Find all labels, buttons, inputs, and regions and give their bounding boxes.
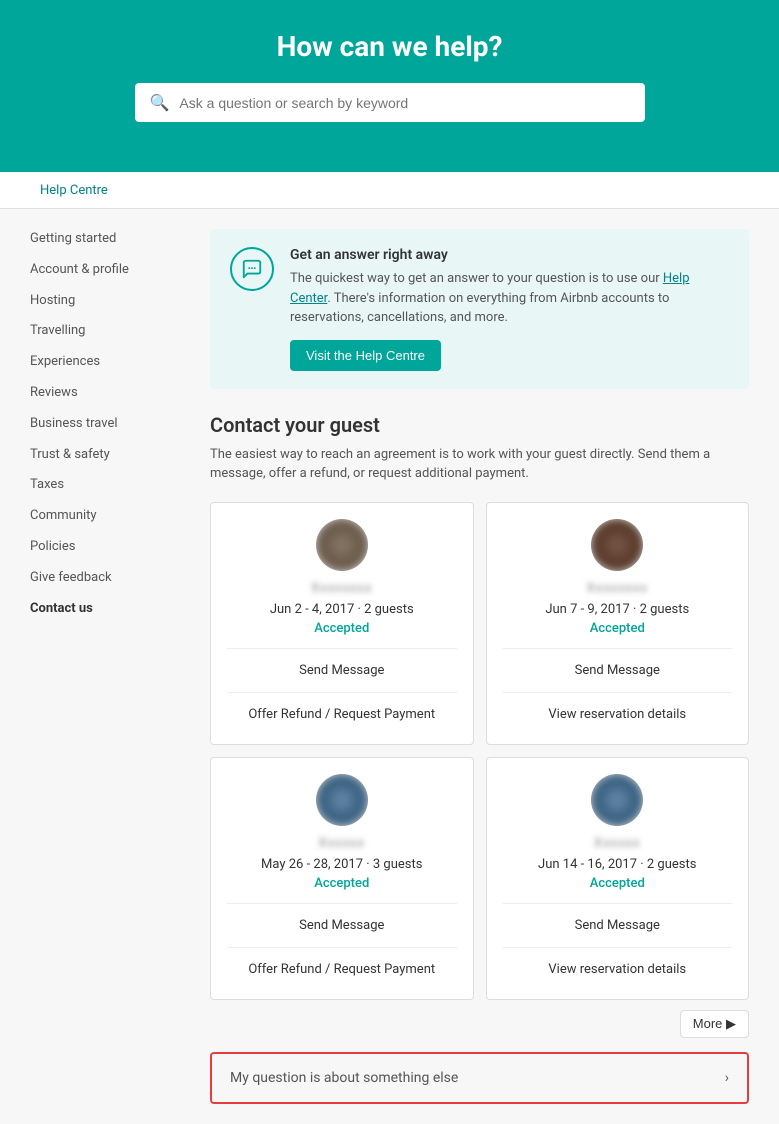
guest-card-3: Xxxxxx Jun 14 - 16, 2017 · 2 guests Accept… (486, 757, 750, 1000)
sidebar-item-taxes[interactable]: Taxes (30, 475, 180, 496)
guest-dates: Jun 7 - 9, 2017 · 2 guests (503, 602, 733, 617)
info-box-title: Get an answer right away (290, 247, 729, 263)
guest-card-0: Xxxxxxxx Jun 2 - 4, 2017 · 2 guests Accept… (210, 502, 474, 745)
guest-status: Accepted (227, 621, 457, 636)
guest-cards-grid: Xxxxxxxx Jun 2 - 4, 2017 · 2 guests Accept… (210, 502, 749, 1000)
search-bar[interactable]: 🔍 (135, 83, 645, 122)
card-action-0[interactable]: Send Message (227, 912, 457, 939)
info-box-desc-after: . There's information on everything from… (290, 291, 669, 326)
info-box-desc-before: The quickest way to get an answer to you… (290, 271, 663, 286)
avatar (591, 774, 643, 826)
sidebar-link-community[interactable]: Community (30, 508, 97, 523)
avatar (316, 774, 368, 826)
sidebar-link-taxes[interactable]: Taxes (30, 477, 64, 492)
sidebar-item-getting-started[interactable]: Getting started (30, 229, 180, 250)
more-button[interactable]: More ▶ (680, 1010, 749, 1038)
guest-dates: May 26 - 28, 2017 · 3 guests (227, 857, 457, 872)
contact-section-desc: The easiest way to reach an agreement is… (210, 445, 749, 484)
main-layout: Getting started Account & profile Hosting T… (0, 209, 779, 1124)
sidebar-link-hosting[interactable]: Hosting (30, 293, 75, 308)
sidebar-item-contact-us[interactable]: Contact us (30, 599, 180, 620)
guest-name: Xxxxxx (503, 836, 733, 851)
card-action-0[interactable]: Send Message (503, 912, 733, 939)
sidebar-link-business-travel[interactable]: Business travel (30, 416, 118, 431)
sidebar-item-hosting[interactable]: Hosting (30, 291, 180, 312)
guest-card-1: Xxxxxxxx Jun 7 - 9, 2017 · 2 guests Accept… (486, 502, 750, 745)
guest-name: Xxxxxxxx (503, 581, 733, 596)
sidebar-item-trust-safety[interactable]: Trust & safety (30, 445, 180, 466)
sidebar-link-reviews[interactable]: Reviews (30, 385, 78, 400)
sidebar-item-experiences[interactable]: Experiences (30, 352, 180, 373)
guest-status: Accepted (503, 876, 733, 891)
guest-card-2: Xxxxxx May 26 - 28, 2017 · 3 guests Accept… (210, 757, 474, 1000)
sidebar-link-getting-started[interactable]: Getting started (30, 231, 116, 246)
page-header: How can we help? 🔍 (0, 0, 779, 172)
chat-bubble-icon (230, 247, 274, 291)
info-box: Get an answer right away The quickest wa… (210, 229, 749, 389)
search-input[interactable] (179, 95, 629, 111)
guest-name: Xxxxxx (227, 836, 457, 851)
sidebar-link-contact-us[interactable]: Contact us (30, 601, 93, 616)
sidebar-link-account-profile[interactable]: Account & profile (30, 262, 129, 277)
chevron-right-icon: › (725, 1070, 729, 1086)
guest-dates: Jun 14 - 16, 2017 · 2 guests (503, 857, 733, 872)
breadcrumb-bar: Help Centre (0, 172, 779, 209)
guest-status: Accepted (503, 621, 733, 636)
card-action-1[interactable]: View reservation details (503, 701, 733, 728)
sidebar-link-policies[interactable]: Policies (30, 539, 75, 554)
card-action-1[interactable]: Offer Refund / Request Payment (227, 956, 457, 983)
sidebar: Getting started Account & profile Hosting T… (30, 229, 180, 1104)
card-action-0[interactable]: Send Message (227, 657, 457, 684)
search-icon: 🔍 (150, 93, 170, 112)
card-action-1[interactable]: Offer Refund / Request Payment (227, 701, 457, 728)
contact-section-title: Contact your guest (210, 413, 749, 437)
guest-status: Accepted (227, 876, 457, 891)
page-title: How can we help? (20, 30, 759, 63)
sidebar-item-reviews[interactable]: Reviews (30, 383, 180, 404)
guest-dates: Jun 2 - 4, 2017 · 2 guests (227, 602, 457, 617)
info-box-body: Get an answer right away The quickest wa… (290, 247, 729, 371)
something-else-button[interactable]: My question is about something else › (210, 1052, 749, 1104)
card-action-1[interactable]: View reservation details (503, 956, 733, 983)
content-area: Get an answer right away The quickest wa… (210, 229, 749, 1104)
avatar (316, 519, 368, 571)
avatar (591, 519, 643, 571)
info-box-description: The quickest way to get an answer to you… (290, 269, 729, 328)
sidebar-item-business-travel[interactable]: Business travel (30, 414, 180, 435)
sidebar-item-policies[interactable]: Policies (30, 537, 180, 558)
breadcrumb-link[interactable]: Help Centre (40, 183, 108, 198)
sidebar-item-account-profile[interactable]: Account & profile (30, 260, 180, 281)
sidebar-link-trust-safety[interactable]: Trust & safety (30, 447, 110, 462)
sidebar-link-give-feedback[interactable]: Give feedback (30, 570, 112, 585)
more-row: More ▶ (210, 1010, 749, 1038)
something-else-label: My question is about something else (230, 1070, 458, 1086)
sidebar-link-experiences[interactable]: Experiences (30, 354, 100, 369)
visit-help-centre-button[interactable]: Visit the Help Centre (290, 340, 441, 371)
sidebar-item-travelling[interactable]: Travelling (30, 321, 180, 342)
sidebar-link-travelling[interactable]: Travelling (30, 323, 85, 338)
card-action-0[interactable]: Send Message (503, 657, 733, 684)
sidebar-item-community[interactable]: Community (30, 506, 180, 527)
guest-name: Xxxxxxxx (227, 581, 457, 596)
sidebar-item-give-feedback[interactable]: Give feedback (30, 568, 180, 589)
